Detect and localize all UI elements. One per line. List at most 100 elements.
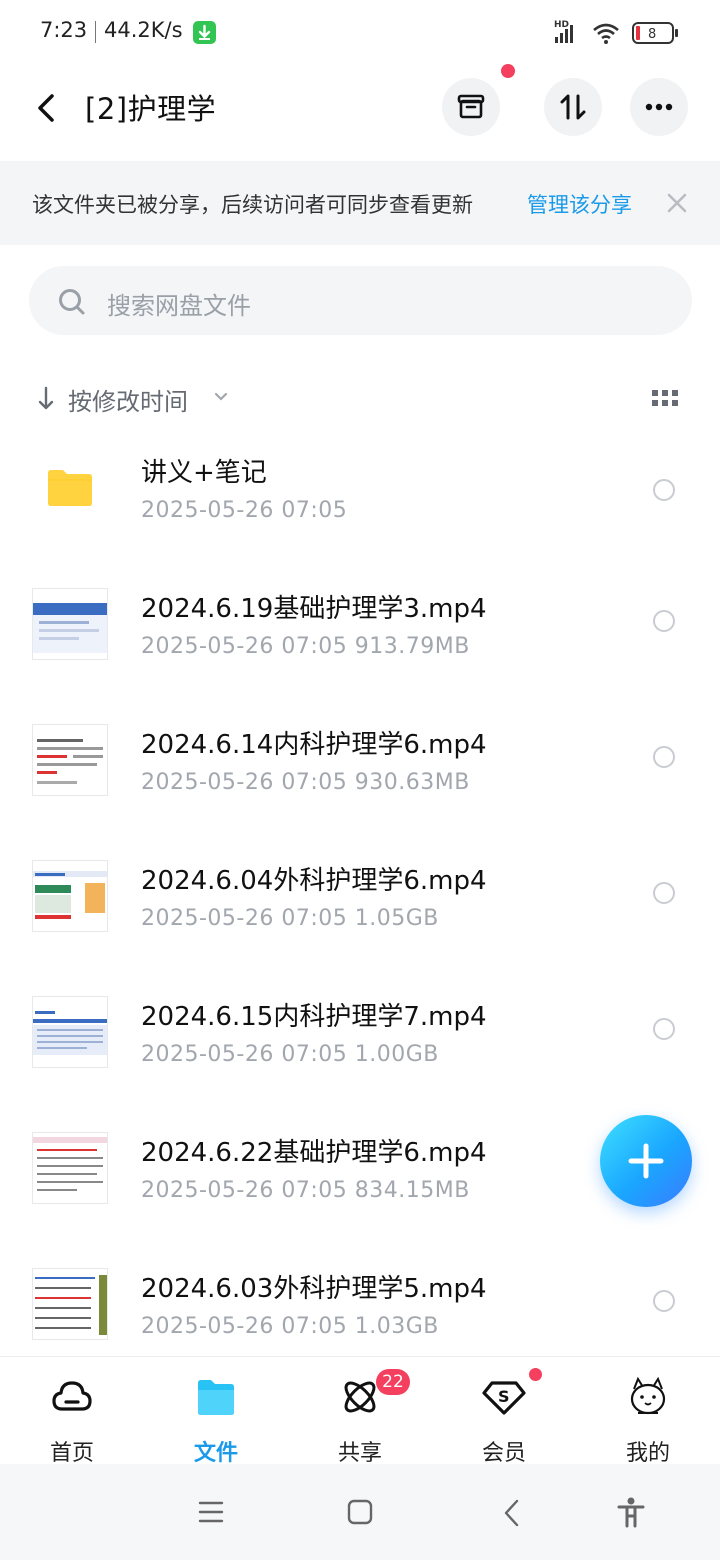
sort-label[interactable]: 按修改时间 xyxy=(68,382,188,417)
archive-box-icon xyxy=(457,94,485,119)
video-thumbnail xyxy=(32,588,108,660)
more-dots-icon xyxy=(645,103,673,111)
back-arrow-icon xyxy=(38,94,54,122)
back-button[interactable] xyxy=(30,88,66,128)
select-checkbox[interactable] xyxy=(653,1018,675,1040)
select-checkbox[interactable] xyxy=(653,1290,675,1312)
bottom-nav: 首页 文件 共享 22 S 会员 我的 xyxy=(0,1356,720,1466)
share-banner-text: 该文件夹已被分享，后续访问者可同步查看更新 xyxy=(32,193,473,217)
search-placeholder: 搜索网盘文件 xyxy=(107,292,251,320)
file-name: 2024.6.15内科护理学7.mp4 xyxy=(141,1002,487,1032)
page-title: [2]护理学 xyxy=(85,92,217,126)
file-name: 2024.6.03外科护理学5.mp4 xyxy=(141,1274,487,1304)
tab-label: 会员 xyxy=(481,1441,526,1466)
file-meta: 2025-05-26 07:05 1.03GB xyxy=(141,1314,439,1339)
tab-vip[interactable]: S 会员 xyxy=(444,1357,564,1466)
select-checkbox[interactable] xyxy=(653,479,675,501)
file-name: 2024.6.19基础护理学3.mp4 xyxy=(141,594,487,624)
wifi-icon xyxy=(593,23,619,44)
manage-share-link[interactable]: 管理该分享 xyxy=(527,189,632,219)
sort-bar: 按修改时间 xyxy=(0,378,720,418)
share-count-badge: 22 xyxy=(376,1369,410,1395)
status-bar: 7:23 44.2K/s HD 8 xyxy=(0,0,720,64)
list-item-video[interactable]: 2024.6.19基础护理学3.mp4 2025-05-26 07:05 913… xyxy=(0,588,720,724)
file-size: 930.63MB xyxy=(354,770,470,795)
folder-icon xyxy=(48,470,92,506)
video-thumbnail xyxy=(32,860,108,932)
file-date: 2025-05-26 07:05 xyxy=(141,1042,348,1067)
list-item-video[interactable]: 2024.6.14内科护理学6.mp4 2025-05-26 07:05 930… xyxy=(0,724,720,860)
folder-icon xyxy=(198,1380,234,1415)
home-square-icon xyxy=(347,1499,373,1525)
list-item-folder[interactable]: 讲义+笔记 2025-05-26 07:05 xyxy=(0,452,720,588)
grid-view-icon xyxy=(652,390,678,406)
file-date: 2025-05-26 07:05 xyxy=(141,498,348,523)
tab-label: 我的 xyxy=(625,1441,670,1466)
tab-label: 首页 xyxy=(49,1441,94,1466)
notification-dot xyxy=(501,64,515,78)
signal-hd-label: HD xyxy=(554,20,569,30)
status-net-speed: 44.2K/s xyxy=(104,18,183,42)
archive-button[interactable] xyxy=(442,78,500,136)
file-date: 2025-05-26 07:05 xyxy=(141,1178,348,1203)
file-name: 2024.6.22基础护理学6.mp4 xyxy=(141,1138,487,1168)
share-banner: 该文件夹已被分享，后续访问者可同步查看更新 管理该分享 xyxy=(0,161,720,245)
vip-shield-icon: S xyxy=(482,1381,526,1415)
file-name: 2024.6.14内科护理学6.mp4 xyxy=(141,730,487,760)
more-options-button[interactable] xyxy=(630,78,688,136)
video-thumbnail xyxy=(32,724,108,796)
battery-level: 8 xyxy=(648,27,656,42)
battery-icon: 8 xyxy=(632,22,678,44)
tab-files[interactable]: 文件 xyxy=(156,1357,276,1466)
video-thumbnail xyxy=(32,1268,108,1340)
search-input[interactable]: 搜索网盘文件 xyxy=(29,266,692,335)
file-date: 2025-05-26 07:05 xyxy=(141,1314,348,1339)
file-meta: 2025-05-26 07:05 1.05GB xyxy=(141,906,439,931)
file-meta: 2025-05-26 07:05 834.15MB xyxy=(141,1178,470,1203)
status-separator xyxy=(95,21,96,43)
accessibility-icon xyxy=(617,1497,645,1528)
list-item-video[interactable]: 2024.6.04外科护理学6.mp4 2025-05-26 07:05 1.0… xyxy=(0,860,720,996)
system-nav-bar xyxy=(0,1464,720,1560)
chevron-down-icon xyxy=(214,392,228,401)
sort-arrow-down-icon xyxy=(38,386,54,410)
file-size: 1.03GB xyxy=(354,1314,439,1339)
search-icon xyxy=(59,289,85,315)
select-checkbox[interactable] xyxy=(653,746,675,768)
select-checkbox[interactable] xyxy=(653,610,675,632)
sort-updown-icon xyxy=(560,94,586,120)
select-checkbox[interactable] xyxy=(653,882,675,904)
signal-icon: HD xyxy=(554,20,573,43)
file-size: 834.15MB xyxy=(354,1178,470,1203)
file-size: 913.79MB xyxy=(354,634,470,659)
status-indicators: HD 8 xyxy=(554,18,684,52)
file-date: 2025-05-26 07:05 xyxy=(141,906,348,931)
close-banner-button[interactable] xyxy=(666,192,688,214)
tab-me[interactable]: 我的 xyxy=(588,1357,708,1466)
tab-home[interactable]: 首页 xyxy=(12,1357,132,1466)
download-indicator-icon xyxy=(193,21,216,44)
video-thumbnail xyxy=(32,996,108,1068)
video-thumbnail xyxy=(32,1132,108,1204)
plus-icon xyxy=(628,1143,664,1179)
file-name: 讲义+笔记 xyxy=(141,458,267,488)
file-size: 1.05GB xyxy=(354,906,439,931)
file-meta: 2025-05-26 07:05 913.79MB xyxy=(141,634,470,659)
list-item-video[interactable]: 2024.6.15内科护理学7.mp4 2025-05-26 07:05 1.0… xyxy=(0,996,720,1132)
file-meta: 2025-05-26 07:05 1.00GB xyxy=(141,1042,439,1067)
vip-notification-dot xyxy=(529,1368,542,1381)
tab-label: 共享 xyxy=(337,1441,382,1466)
tab-label: 文件 xyxy=(193,1441,238,1466)
file-meta: 2025-05-26 07:05 930.63MB xyxy=(141,770,470,795)
cloud-icon xyxy=(52,1381,92,1411)
file-date: 2025-05-26 07:05 xyxy=(141,770,348,795)
sort-order-button[interactable] xyxy=(544,78,602,136)
file-date: 2025-05-26 07:05 xyxy=(141,634,348,659)
add-button[interactable] xyxy=(600,1115,692,1207)
file-name: 2024.6.04外科护理学6.mp4 xyxy=(141,866,487,896)
status-time: 7:23 xyxy=(40,18,88,42)
avatar-icon xyxy=(630,1376,666,1415)
menu-icon xyxy=(198,1501,224,1523)
svg-text:S: S xyxy=(498,1387,510,1406)
top-app-bar: [2]护理学 xyxy=(0,64,720,156)
